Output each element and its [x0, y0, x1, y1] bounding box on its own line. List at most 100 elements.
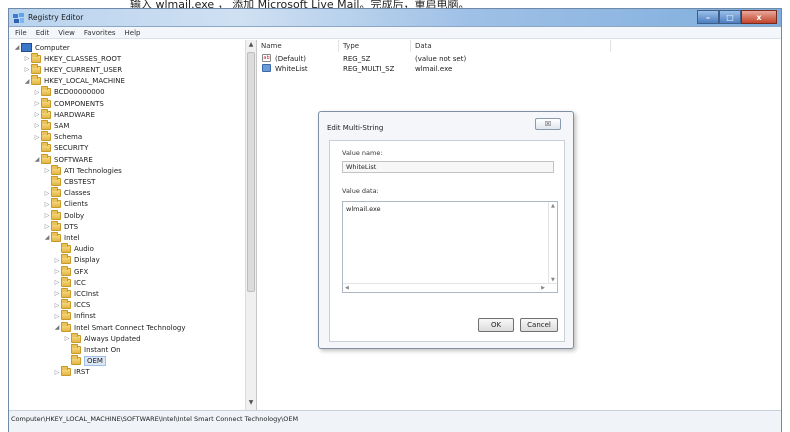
value-name: WhiteList	[275, 65, 308, 73]
tree-node[interactable]: ▷ GFX	[53, 265, 88, 277]
value-name-field[interactable]: WhiteList	[342, 161, 554, 173]
value-data-label: Value data:	[342, 187, 379, 195]
collapse-arrow-icon[interactable]: ◢	[43, 234, 51, 241]
expand-arrow-icon[interactable]: ▷	[23, 55, 31, 62]
tree-node-label: OEM	[84, 356, 106, 367]
tree-node[interactable]: ◢ Intel Smart Connect Technology	[53, 321, 186, 333]
value-type: REG_SZ	[343, 55, 371, 63]
folder-icon	[61, 287, 71, 298]
column-header-type[interactable]: Type	[339, 40, 411, 52]
textarea-vertical-scrollbar[interactable]: ▲ ▼	[548, 202, 557, 284]
tree-node[interactable]: ▷ ICC	[53, 276, 86, 288]
tree-node[interactable]: ▷ Clients	[43, 198, 88, 210]
tree-node-label: SAM	[54, 121, 70, 130]
title-bar[interactable]: Registry Editor – □ x	[9, 9, 781, 27]
expand-arrow-icon[interactable]: ▷	[33, 100, 41, 107]
expand-arrow-icon[interactable]: ▷	[43, 190, 51, 197]
folder-icon	[51, 220, 61, 231]
folder-icon	[61, 366, 71, 377]
value-data-textarea[interactable]: wlmail.exe ▲ ▼ ◀ ▶	[342, 201, 558, 293]
tree-node-label: DTS	[64, 222, 79, 231]
tree-node[interactable]: ▷ ICCS	[53, 299, 90, 311]
scroll-down-icon[interactable]: ▼	[246, 399, 256, 409]
scroll-thumb[interactable]	[247, 52, 255, 292]
expand-arrow-icon[interactable]: ▷	[63, 335, 71, 342]
ok-button[interactable]: OK	[478, 318, 514, 332]
registry-editor-icon	[13, 13, 24, 23]
expand-arrow-icon[interactable]: ▷	[23, 66, 31, 73]
expand-arrow-icon[interactable]: ▷	[53, 268, 61, 275]
tree-node-label: Dolby	[64, 211, 85, 220]
textarea-horizontal-scrollbar[interactable]: ◀ ▶	[343, 283, 557, 292]
expand-arrow-icon[interactable]: ▷	[33, 134, 41, 141]
tree-node[interactable]: OEM	[63, 355, 106, 367]
tree-node[interactable]: ▷ DTS	[43, 220, 79, 232]
expand-arrow-icon[interactable]: ▷	[53, 290, 61, 297]
tree-node[interactable]: ▷ HARDWARE	[33, 108, 95, 120]
scroll-left-icon[interactable]: ◀	[345, 285, 349, 291]
expand-arrow-icon[interactable]: ▷	[33, 122, 41, 129]
tree-node[interactable]: ▷ HKEY_CLASSES_ROOT	[23, 52, 121, 64]
tree-node[interactable]: ▷ Infinst	[53, 310, 96, 322]
expand-arrow-icon[interactable]: ▷	[53, 279, 61, 286]
tree-node[interactable]: CBSTEST	[43, 175, 95, 187]
value-row[interactable]: WhiteList REG_MULTI_SZ wlmail.exe	[257, 64, 777, 74]
value-row[interactable]: ab (Default) REG_SZ (value not set)	[257, 54, 777, 64]
collapse-arrow-icon[interactable]: ◢	[53, 324, 61, 331]
scroll-up-icon[interactable]: ▲	[551, 203, 555, 209]
tree-node[interactable]: ▷ ICCInst	[53, 287, 99, 299]
tree-node[interactable]: ▷ COMPONENTS	[33, 97, 104, 109]
expand-arrow-icon[interactable]: ▷	[53, 313, 61, 320]
expand-arrow-icon[interactable]: ▷	[53, 369, 61, 376]
minimize-button[interactable]: –	[697, 10, 719, 24]
menu-view[interactable]: View	[58, 29, 75, 37]
maximize-button[interactable]: □	[719, 10, 741, 24]
close-button[interactable]: x	[741, 10, 777, 24]
tree-node[interactable]: ▷ Dolby	[43, 209, 85, 221]
tree-node[interactable]: ▷ Schema	[33, 131, 82, 143]
scroll-right-icon[interactable]: ▶	[541, 285, 545, 291]
menu-favorites[interactable]: Favorites	[84, 29, 116, 37]
tree-node[interactable]: SECURITY	[33, 142, 88, 154]
menu-file[interactable]: File	[15, 29, 27, 37]
expand-arrow-icon[interactable]: ▷	[33, 111, 41, 118]
tree-node[interactable]: ▷ BCD00000000	[33, 86, 105, 98]
tree-node[interactable]: ▷ SAM	[33, 119, 70, 131]
tree-node[interactable]: ◢ Computer	[13, 42, 70, 53]
expand-arrow-icon[interactable]: ▷	[43, 223, 51, 230]
folder-icon	[51, 231, 61, 242]
collapse-arrow-icon[interactable]: ◢	[13, 44, 21, 51]
tree-node[interactable]: ▷ ATI Technologies	[43, 164, 122, 176]
column-header-data[interactable]: Data	[411, 40, 611, 52]
expand-arrow-icon[interactable]: ▷	[53, 302, 61, 309]
edit-multi-string-dialog: Edit Multi-String ☒ Value name: WhiteLis…	[318, 111, 574, 349]
dialog-close-button[interactable]: ☒	[535, 118, 561, 130]
expand-arrow-icon[interactable]: ▷	[33, 89, 41, 96]
menu-edit[interactable]: Edit	[36, 29, 50, 37]
expand-arrow-icon[interactable]: ▷	[53, 257, 61, 264]
folder-icon	[41, 86, 51, 97]
tree-node[interactable]: ▷ Display	[53, 254, 100, 266]
expand-arrow-icon[interactable]: ▷	[43, 201, 51, 208]
expand-arrow-icon[interactable]: ▷	[43, 167, 51, 174]
tree-node-label: Display	[74, 256, 100, 265]
tree-node[interactable]: ▷ Classes	[43, 187, 90, 199]
tree-scrollbar[interactable]: ▲ ▼	[245, 40, 256, 410]
column-header-name[interactable]: Name	[257, 40, 339, 52]
tree-node[interactable]: Audio	[53, 243, 94, 255]
menu-help[interactable]: Help	[125, 29, 141, 37]
scroll-up-icon[interactable]: ▲	[246, 41, 256, 51]
tree-node[interactable]: ◢ Intel	[43, 231, 80, 243]
expand-arrow-icon[interactable]: ▷	[43, 212, 51, 219]
tree-node[interactable]: Instant On	[63, 343, 121, 355]
cancel-button[interactable]: Cancel	[520, 318, 558, 332]
tree-node[interactable]: ▷ IRST	[53, 366, 90, 378]
tree-node[interactable]: ▷ HKEY_CURRENT_USER	[23, 63, 122, 75]
collapse-arrow-icon[interactable]: ◢	[33, 156, 41, 163]
tree-node[interactable]: ◢ SOFTWARE	[33, 153, 93, 165]
tree-node[interactable]: ▷ Always Updated	[63, 332, 141, 344]
tree-node[interactable]: ◢ HKEY_LOCAL_MACHINE	[23, 75, 125, 87]
folder-icon	[41, 142, 51, 153]
tree-node-label: ATI Technologies	[64, 166, 122, 175]
collapse-arrow-icon[interactable]: ◢	[23, 78, 31, 85]
